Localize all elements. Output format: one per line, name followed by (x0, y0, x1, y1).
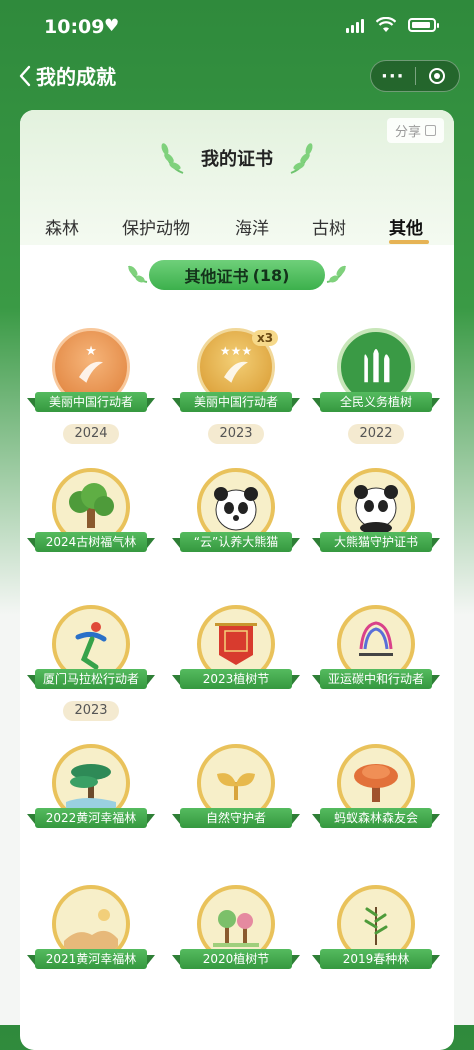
share-icon (425, 125, 436, 136)
badge-label: 全民义务植树 (320, 392, 432, 412)
tab-other[interactable]: 其他 (389, 214, 423, 239)
badge-beautiful-china-2023[interactable]: ★★★ x3 美丽中国行动者 2023 (168, 328, 304, 488)
badge-label: 2022黄河幸福林 (35, 808, 147, 828)
section-ribbon: 其他证书 (18) (125, 256, 349, 294)
badge-label: “云”认养大熊猫 (180, 532, 292, 552)
heading-title: 我的证书 (201, 149, 273, 170)
battery-icon (408, 18, 439, 32)
badge-label: 美丽中国行动者 (35, 392, 147, 412)
tab-old-trees[interactable]: 古树 (312, 214, 346, 239)
chevron-left-icon (19, 65, 31, 86)
status-icons (346, 17, 439, 33)
leaf-left-icon (128, 265, 148, 283)
section-title-text: 其他证书 (184, 267, 249, 286)
badge-year: 2023 (63, 701, 119, 721)
badge-asian-games[interactable]: 亚运碳中和行动者 (308, 605, 444, 765)
close-button[interactable] (416, 68, 460, 84)
badge-label: 亚运碳中和行动者 (320, 669, 432, 689)
badge-label: 2023植树节 (180, 669, 292, 689)
wifi-icon (376, 17, 396, 32)
share-label: 分享 (394, 125, 421, 140)
page-title: 我的成就 (36, 65, 116, 89)
badge-label: 大熊猫守护证书 (320, 532, 432, 552)
badge-label: 蚂蚁森林森友会 (320, 808, 432, 828)
svg-text:★: ★ (85, 344, 97, 359)
badge-year: 2022 (348, 424, 404, 444)
tab-protected-animals[interactable]: 保护动物 (122, 214, 190, 239)
badge-cloud-panda[interactable]: “云”认养大熊猫 (168, 468, 304, 628)
badge-2020-arbor-day[interactable]: 2020植树节 (168, 885, 304, 1045)
badge-beautiful-china-2024[interactable]: ★ 美丽中国行动者 2024 (23, 328, 159, 488)
badge-yellow-river-2022[interactable]: 2022黄河幸福林 (23, 744, 159, 904)
badge-label: 2020植树节 (180, 949, 292, 969)
badge-tree-planting[interactable]: 全民义务植树 2022 (308, 328, 444, 488)
active-tab-indicator (389, 240, 429, 244)
heart-icon: ♥ (104, 16, 120, 36)
badge-year: 2024 (63, 424, 119, 444)
mini-program-capsule: ··· (370, 60, 460, 92)
svg-text:★★★: ★★★ (220, 344, 252, 358)
heading: 我的证书 (20, 140, 454, 176)
section-count: (18) (252, 265, 290, 285)
badge-label: 2019春种林 (320, 949, 432, 969)
badge-label: 自然守护者 (180, 808, 292, 828)
card-header: 分享 我的证书 森林 保护动物 海洋 古树 其他 (20, 110, 454, 245)
status-bar: 10:09 ♥ (0, 0, 474, 52)
tab-ocean[interactable]: 海洋 (235, 214, 269, 239)
badge-ant-forest-club[interactable]: 蚂蚁森林森友会 (308, 744, 444, 904)
nav-bar: 我的成就 ··· (0, 52, 474, 102)
badge-yellow-river-2021[interactable]: 2021黄河幸福林 (23, 885, 159, 1045)
badge-year: 2023 (208, 424, 264, 444)
badge-label: 2021黄河幸福林 (35, 949, 147, 969)
laurel-right-icon (290, 143, 313, 174)
section-title: 其他证书 (18) (149, 260, 325, 290)
badge-2023-arbor-day[interactable]: 2023植树节 (168, 605, 304, 765)
badge-label: 厦门马拉松行动者 (35, 669, 147, 689)
badge-2019-spring-forest[interactable]: 2019春种林 (308, 885, 444, 1045)
badge-label: 2024古树福气林 (35, 532, 147, 552)
close-icon (429, 68, 446, 84)
category-tabs: 森林 保护动物 海洋 古树 其他 (20, 210, 454, 244)
badge-nature-guardian[interactable]: 自然守护者 (168, 744, 304, 904)
leaf-right-icon (326, 265, 346, 283)
certificate-card: 分享 我的证书 森林 保护动物 海洋 古树 其他 其他证书 (18) ★ 美丽中… (20, 110, 454, 1050)
badge-count: x3 (252, 330, 279, 346)
badge-old-tree-2024[interactable]: 2024古树福气林 (23, 468, 159, 628)
badge-panda-guardian[interactable]: 大熊猫守护证书 (308, 468, 444, 628)
status-time: 10:09 (44, 16, 105, 38)
back-button[interactable]: 我的成就 (18, 61, 116, 90)
more-button[interactable]: ··· (371, 66, 415, 87)
badge-label: 美丽中国行动者 (180, 392, 292, 412)
laurel-left-icon (161, 143, 184, 174)
tab-forest[interactable]: 森林 (45, 214, 79, 239)
badge-xiamen-marathon[interactable]: 厦门马拉松行动者 2023 (23, 605, 159, 765)
signal-icon (346, 17, 364, 33)
